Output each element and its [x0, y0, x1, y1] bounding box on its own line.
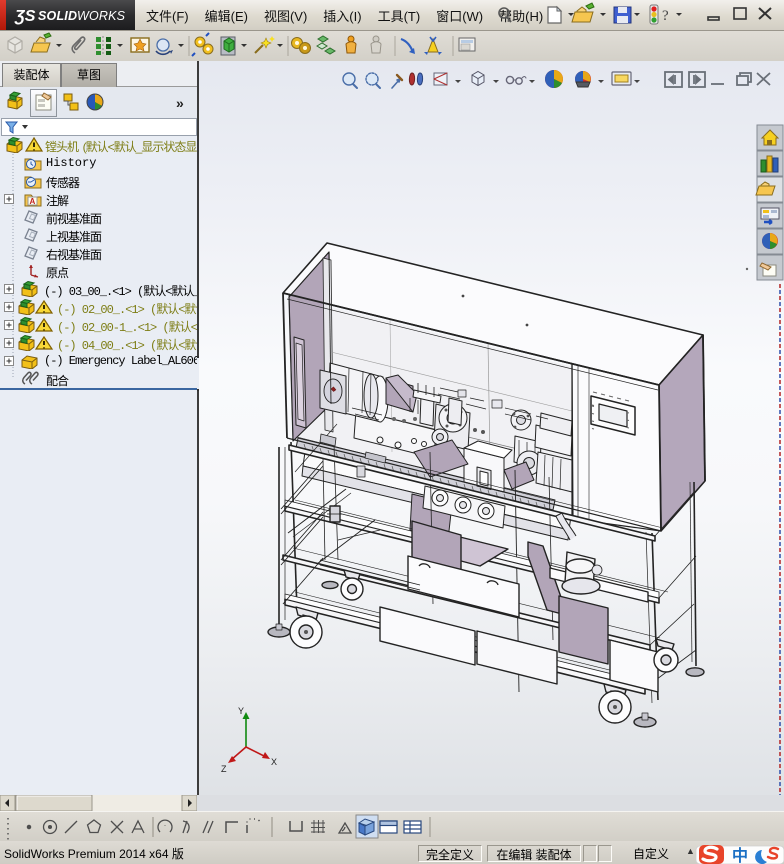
svg-text:X: X	[271, 757, 277, 767]
svg-text:Y: Y	[238, 706, 244, 716]
svg-text:Z: Z	[221, 764, 227, 774]
svg-text:中: 中	[732, 846, 748, 864]
svg-text:»: »	[176, 95, 184, 111]
svg-text:ƷS: ƷS	[14, 8, 36, 25]
svg-text:?: ?	[662, 8, 669, 24]
svg-text:SOLID: SOLID	[38, 9, 77, 23]
svg-text:WORKS: WORKS	[77, 9, 126, 23]
svg-text:A: A	[30, 197, 36, 206]
